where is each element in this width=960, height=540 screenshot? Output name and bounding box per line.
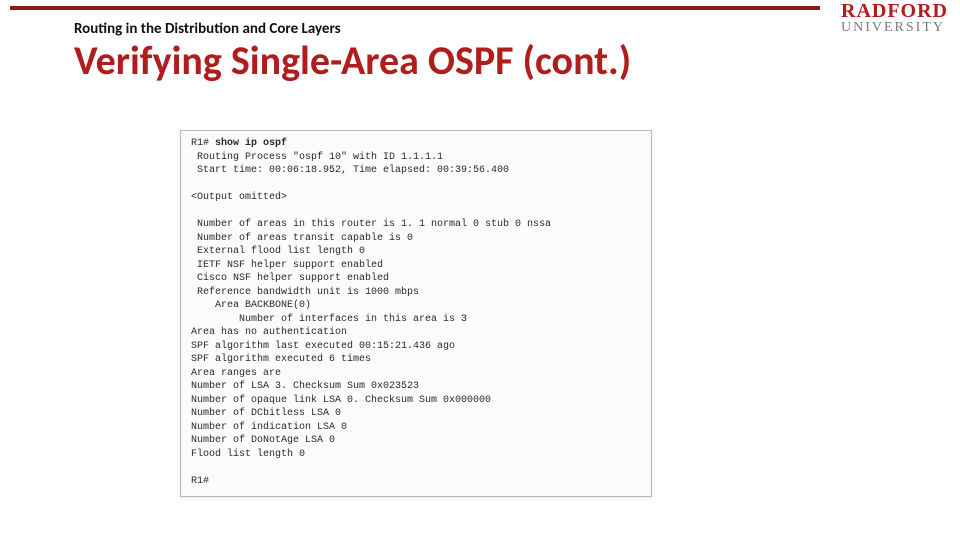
terminal-block1: Routing Process "ospf 10" with ID 1.1.1.… bbox=[191, 152, 509, 177]
top-rule bbox=[10, 6, 820, 10]
terminal-prompt: R1# bbox=[191, 138, 215, 149]
terminal-block2: Number of areas in this router is 1. 1 n… bbox=[191, 219, 551, 460]
logo: RADFORD UNIVERSITY bbox=[841, 2, 948, 34]
terminal-prompt-end: R1# bbox=[191, 476, 209, 487]
terminal-omitted: <Output omitted> bbox=[191, 192, 287, 203]
terminal-command: show ip ospf bbox=[215, 138, 287, 149]
terminal-output: R1# show ip ospf Routing Process "ospf 1… bbox=[180, 130, 652, 497]
logo-brand: RADFORD bbox=[841, 2, 948, 21]
page-title: Verifying Single-Area OSPF (cont.) bbox=[74, 40, 950, 82]
slide: RADFORD UNIVERSITY Routing in the Distri… bbox=[0, 0, 960, 540]
logo-sub: UNIVERSITY bbox=[841, 21, 948, 34]
